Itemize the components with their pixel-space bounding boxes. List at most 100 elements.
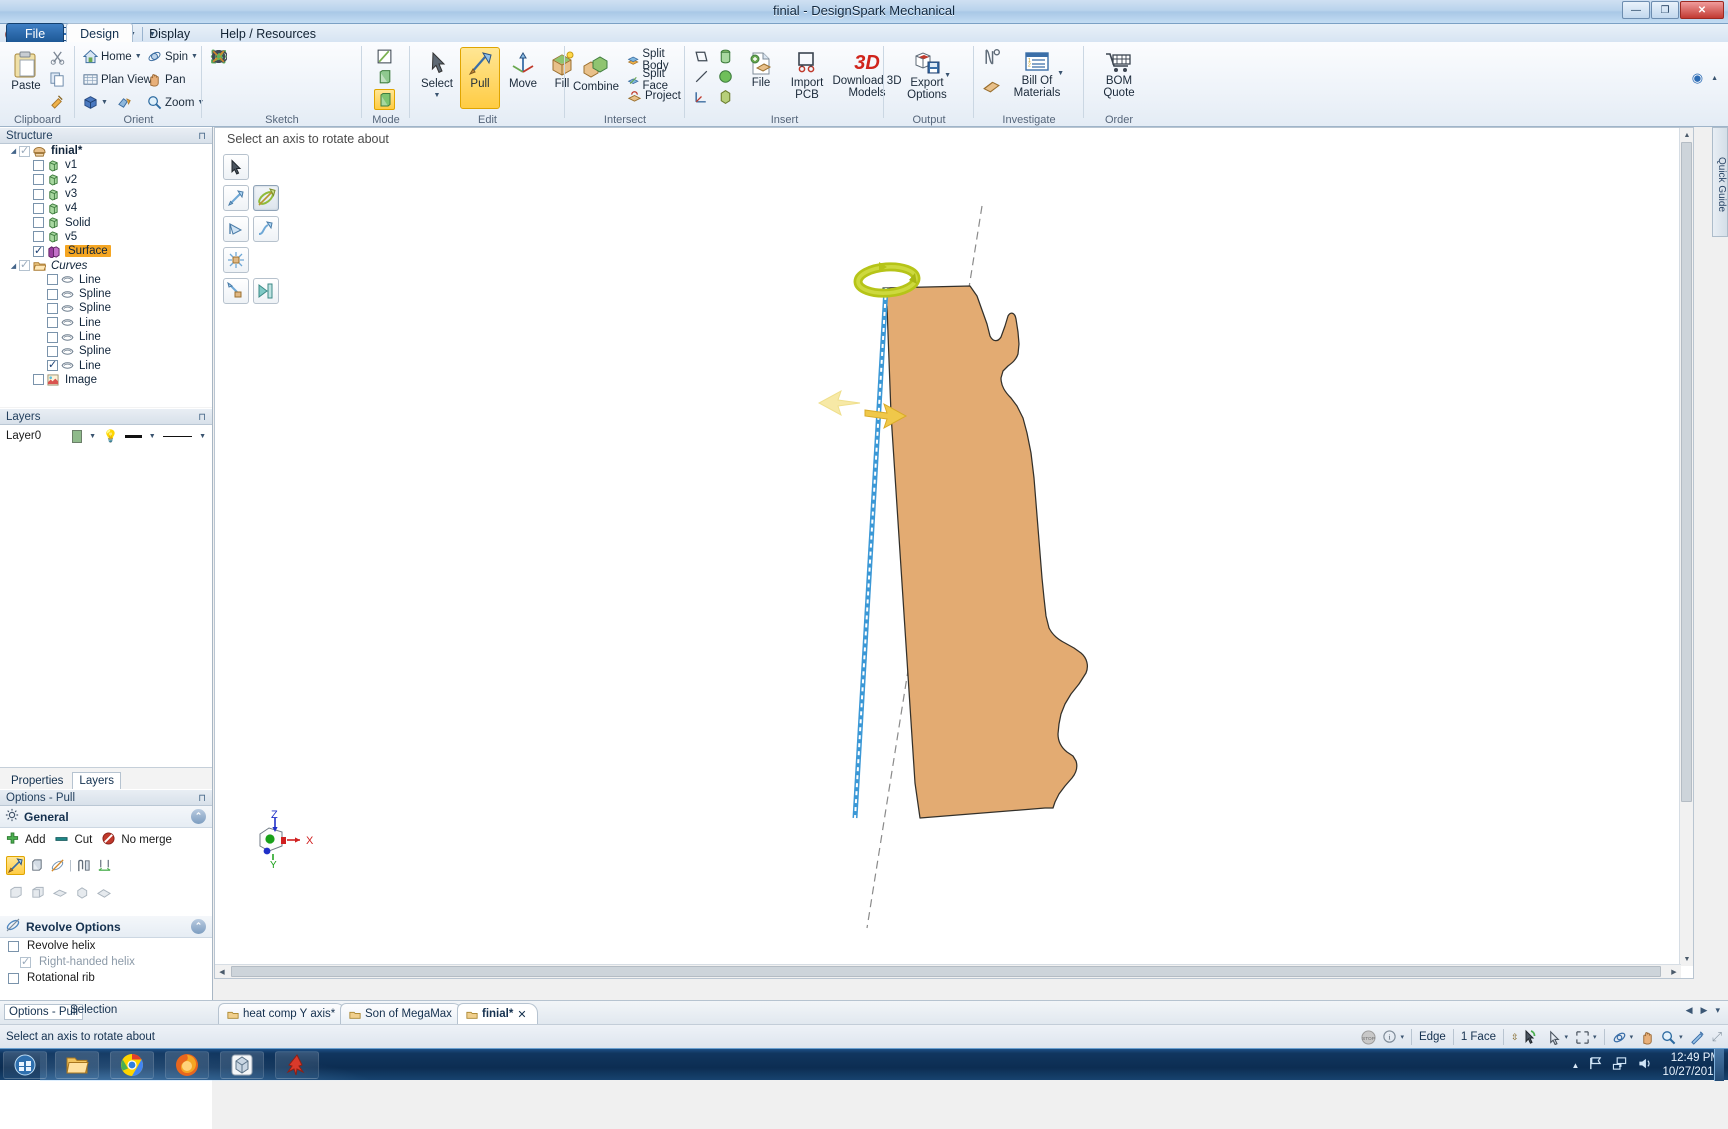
close-button[interactable]: ✕ — [1680, 1, 1724, 19]
structure-pin-icon[interactable]: ⊓ — [198, 129, 206, 145]
scroll-left-arrow[interactable]: ◀ — [215, 965, 229, 978]
mass-properties-icon[interactable] — [982, 76, 1000, 93]
visibility-checkbox[interactable] — [33, 159, 44, 171]
start-button[interactable] — [3, 1051, 47, 1079]
options-revolve-collapse-icon[interactable]: ⌃ — [191, 919, 206, 934]
view-orientation-dropdown-icon[interactable]: ▼ — [101, 99, 108, 106]
visibility-checkbox[interactable] — [47, 302, 58, 314]
move-button[interactable]: Move — [503, 47, 543, 91]
visibility-checkbox[interactable] — [33, 231, 44, 243]
structure-tree-item[interactable]: Image — [0, 373, 212, 387]
box-select-dropdown-icon[interactable]: ▾ — [1593, 1033, 1597, 1041]
select-dropdown-icon[interactable]: ▼ — [434, 92, 441, 99]
layer-row[interactable]: Layer0 ▼ 💡 ▼ ▼ — [0, 425, 212, 447]
doc-tab-finial[interactable]: finial* ✕ — [457, 1003, 538, 1024]
expand-arrow-icon[interactable]: ◢ — [8, 147, 19, 155]
visibility-checkbox[interactable] — [19, 144, 30, 157]
layers-pin-icon[interactable]: ⊓ — [198, 410, 206, 426]
status-info-dropdown-icon[interactable]: ▾ — [1400, 1033, 1404, 1041]
pull-sweep-tool[interactable] — [74, 856, 93, 875]
copy-button[interactable] — [50, 72, 65, 87]
pull-edge-round-tool[interactable] — [6, 883, 25, 902]
bill-of-materials-button[interactable]: 12 Bill Of Materials ▼ — [1006, 48, 1068, 100]
insert-sphere-icon[interactable] — [717, 68, 734, 85]
tray-flag-icon[interactable] — [1588, 1056, 1603, 1074]
import-pcb-button[interactable]: Import PCB — [783, 48, 831, 102]
box-select-icon[interactable] — [1575, 1030, 1590, 1045]
doc-tab-prev-icon[interactable]: ◀ — [1686, 1005, 1693, 1016]
visibility-checkbox[interactable] — [47, 345, 58, 357]
revolved-surface[interactable] — [882, 285, 1088, 819]
minimize-button[interactable]: — — [1622, 1, 1650, 19]
bom-quote-button[interactable]: BOM Quote — [1090, 48, 1148, 100]
layer-visibility-icon[interactable]: 💡 — [103, 429, 118, 443]
spin-stepper-icon[interactable]: ⇳ — [1511, 1032, 1519, 1043]
zoom-button[interactable]: Zoom▼ — [147, 95, 204, 110]
viewport[interactable]: Select an axis to rotate about X Z Y ▲ ▼… — [214, 127, 1694, 979]
tab-file[interactable]: File — [6, 23, 65, 42]
pull-button[interactable]: Pull — [460, 47, 500, 109]
visibility-checkbox[interactable] — [47, 331, 58, 343]
spin-button[interactable]: Spin ▼ — [147, 49, 198, 64]
export-options-button[interactable]: Export Options ▼ — [896, 48, 958, 102]
sp in-tool-icon[interactable] — [1522, 1029, 1538, 1045]
visibility-checkbox[interactable] — [47, 274, 58, 286]
rotational-rib-checkbox[interactable] — [8, 972, 19, 984]
tray-volume-icon[interactable] — [1637, 1056, 1653, 1074]
expand-arrow-icon[interactable]: ◢ — [8, 262, 19, 270]
show-desktop-button[interactable] — [1714, 1049, 1724, 1081]
mode-section-icon[interactable] — [376, 69, 393, 86]
layer-line-weight-dropdown-icon[interactable]: ▼ — [149, 433, 156, 440]
status-selection-chip[interactable]: Selection — [70, 1004, 117, 1016]
pull-edge-chamfer-tool[interactable] — [28, 883, 47, 902]
sketch-mode-icon[interactable] — [1690, 1030, 1705, 1045]
revolve-helix-row[interactable]: Revolve helix — [0, 938, 212, 954]
visibility-checkbox[interactable] — [47, 358, 58, 372]
layer-line-style-dropdown-icon[interactable]: ▼ — [199, 433, 206, 440]
paste-button[interactable]: Paste — [6, 48, 46, 93]
select-mode-dropdown-icon[interactable]: ▾ — [1565, 1033, 1569, 1041]
tab-layers[interactable]: Layers — [72, 772, 121, 789]
taskbar-firefox[interactable] — [165, 1051, 209, 1079]
structure-tree-item[interactable]: v5 — [0, 230, 212, 244]
combine-button[interactable]: Combine — [570, 52, 622, 94]
select-arrow-icon[interactable] — [1547, 1030, 1562, 1045]
tray-expand-icon[interactable]: ▲ — [1572, 1061, 1580, 1070]
taskbar-designspark[interactable] — [220, 1051, 264, 1079]
visibility-checkbox[interactable] — [33, 217, 44, 229]
selection-mode-label[interactable]: Edge — [1419, 1031, 1446, 1043]
options-revolve-header[interactable]: Revolve Options ⌃ — [0, 916, 212, 938]
pull-scale-tool[interactable] — [72, 883, 91, 902]
pull-revolve-tool[interactable] — [48, 856, 67, 875]
vertical-scroll-thumb[interactable] — [1681, 142, 1692, 802]
structure-tree-item[interactable]: Line — [0, 330, 212, 344]
structure-tree-item[interactable]: Line — [0, 273, 212, 287]
pull-draft-tool[interactable] — [94, 883, 113, 902]
revolve-helix-checkbox[interactable] — [8, 940, 19, 952]
rotational-rib-row[interactable]: Rotational rib — [0, 970, 212, 986]
structure-tree-item[interactable]: Line — [0, 358, 212, 372]
doc-tab-next-icon[interactable]: ▶ — [1701, 1005, 1708, 1016]
visibility-checkbox[interactable] — [19, 258, 30, 272]
insert-cylinder-icon[interactable] — [717, 48, 734, 65]
axis-triad[interactable]: X Z Y — [240, 808, 330, 871]
structure-tree-item[interactable]: v3 — [0, 187, 212, 201]
pull-directions-tool[interactable] — [6, 856, 25, 875]
layer-color-dropdown-icon[interactable]: ▼ — [89, 433, 96, 440]
visibility-checkbox[interactable] — [33, 202, 44, 214]
insert-axis-icon[interactable] — [693, 68, 710, 85]
structure-tree-item[interactable]: v4 — [0, 201, 212, 215]
plan-view-button[interactable]: Plan View — [83, 72, 152, 87]
export-options-dropdown-icon[interactable]: ▼ — [944, 72, 951, 79]
add-mode-label[interactable]: Add — [25, 834, 45, 846]
insert-box-icon[interactable] — [717, 88, 734, 105]
tab-help-resources[interactable]: Help / Resources — [206, 23, 330, 42]
scroll-up-arrow[interactable]: ▲ — [1680, 128, 1693, 142]
stop-icon[interactable]: STOP — [1361, 1029, 1376, 1045]
pull-offset-tool[interactable] — [50, 883, 69, 902]
select-button[interactable]: Select ▼ — [416, 47, 458, 100]
format-painter-button[interactable] — [50, 94, 65, 109]
maximize-button[interactable]: ❐ — [1651, 1, 1679, 19]
tab-properties[interactable]: Properties — [4, 772, 70, 789]
zoom-icon[interactable] — [1661, 1030, 1676, 1045]
